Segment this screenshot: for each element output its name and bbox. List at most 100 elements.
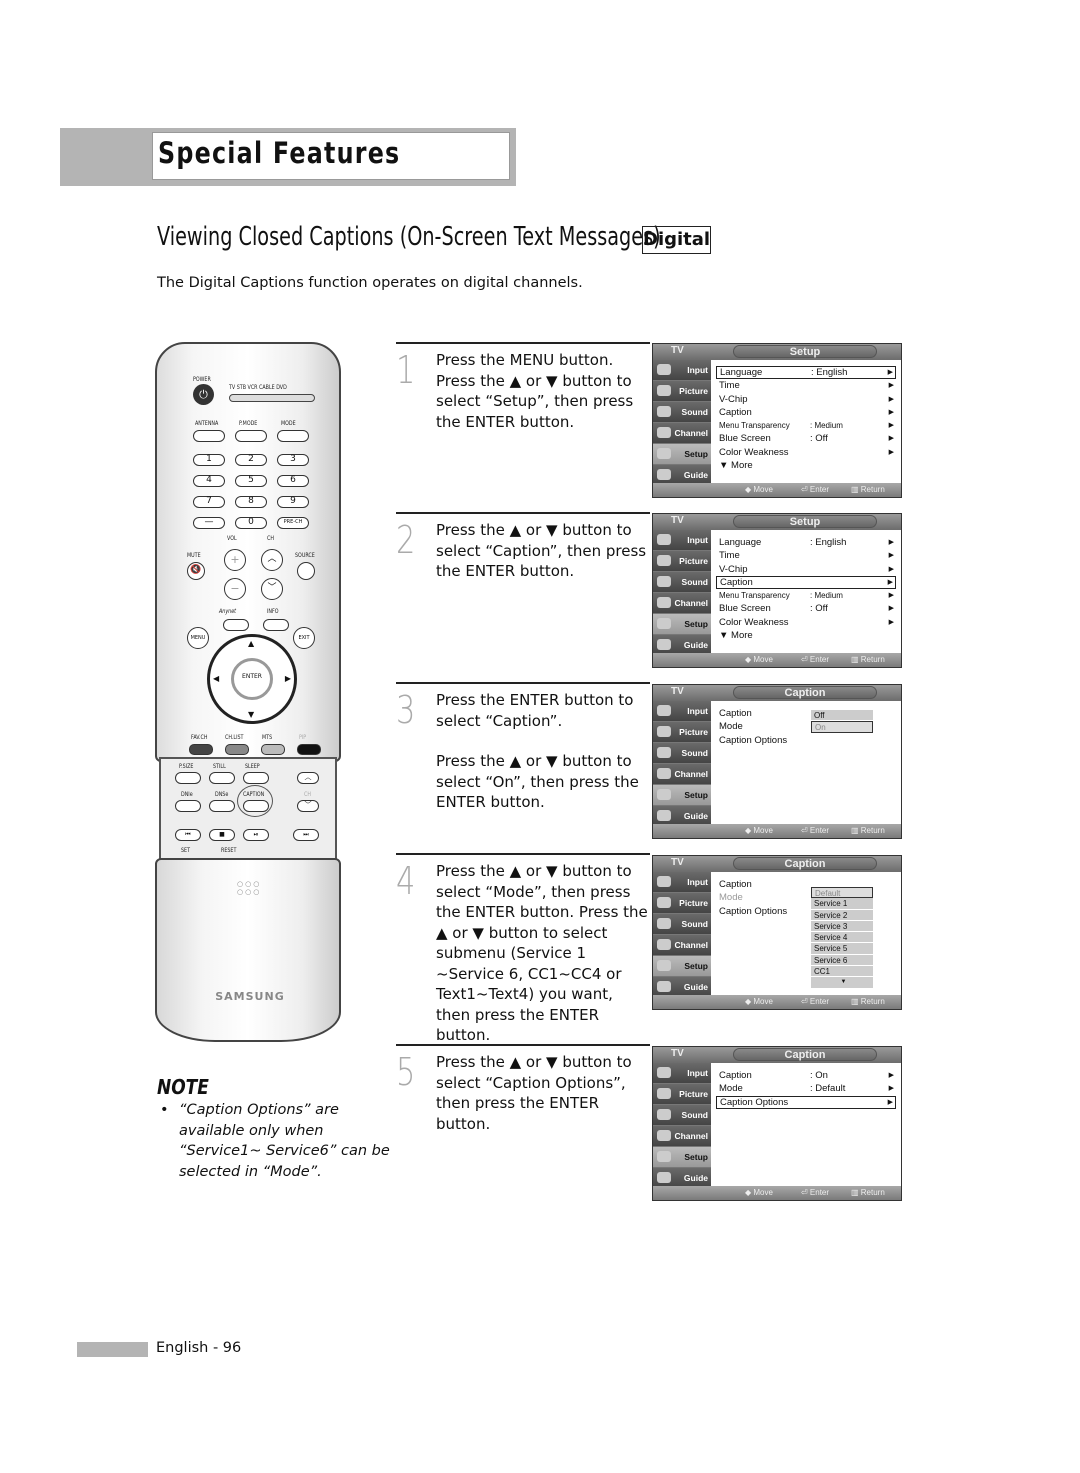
tv-sidebar-label: Setup	[684, 790, 708, 800]
tv-menu-row: Language: English ▶	[716, 366, 896, 380]
step-number: 2	[396, 518, 416, 562]
tv-menu-row: Caption Options ▶	[716, 1095, 896, 1109]
arrow-right-icon: ▶	[888, 539, 894, 546]
arrow-right-icon: ▶	[887, 1098, 893, 1106]
vol-label: VOL	[227, 535, 237, 542]
tv-option: Service 3	[811, 920, 873, 933]
tv-menu-title: Caption	[733, 686, 877, 699]
step-text: Press the ▲ or ▼ button to select “Capti…	[436, 1052, 650, 1134]
guide-icon	[657, 639, 671, 650]
tv-menu-label: Caption	[719, 406, 752, 418]
tv-hint-bar: ◆ Move ⏎ Enter ▥ Return	[653, 653, 901, 667]
step-number: 3	[396, 688, 416, 732]
tv-option: Service 1	[811, 898, 873, 910]
step-divider	[396, 342, 650, 344]
tv-sidebar: Input Picture Sound Channel Setup Guide	[653, 701, 711, 827]
picture-icon	[657, 385, 671, 396]
samsung-logo: SAMSUNG	[215, 990, 285, 1003]
dash-button: —	[193, 517, 225, 529]
tv-option: Service 6	[811, 954, 873, 967]
tv-sidebar-item-sound: Sound	[653, 1105, 711, 1126]
down-arrow-icon: ▼	[248, 710, 255, 719]
dnie-button	[175, 800, 201, 812]
dnie-label: DNIe	[181, 791, 193, 798]
tv-sidebar-label: Guide	[683, 982, 708, 992]
tv-sidebar-label: Guide	[683, 811, 708, 821]
tv-hint-bar: ◆ Move ⏎ Enter ▥ Return	[653, 1186, 901, 1200]
tv-menu-label: Caption Options	[719, 734, 788, 746]
tv-label: TV	[671, 345, 684, 356]
tv-sidebar-item-picture: Picture	[653, 1084, 711, 1105]
move-hint: ◆ Move	[745, 655, 773, 664]
lower-ch-down-icon: ﹀	[297, 800, 319, 812]
digit-button: 4	[193, 475, 225, 487]
enter-button: ENTER	[231, 658, 273, 700]
tv-menu-label: Mode	[719, 1083, 743, 1095]
tv-menu-label: Caption	[719, 879, 752, 890]
sound-icon	[657, 918, 671, 929]
tv-sidebar-label: Guide	[683, 1173, 708, 1183]
tv-sidebar-label: Picture	[679, 727, 708, 737]
step-text: Press the ▲ or ▼ button to select “Mode”…	[436, 861, 650, 1046]
tv-menu-row: Caption ▶	[716, 575, 896, 590]
tv-sidebar-label: Guide	[683, 640, 708, 650]
note-bullet: • “Caption Options” are available only w…	[160, 1100, 390, 1182]
tv-label: TV	[671, 1048, 684, 1059]
blue-button	[297, 744, 321, 755]
step-divider	[396, 1044, 650, 1046]
tv-menu-row: Caption ▶	[716, 406, 896, 419]
tv-sidebar-item-sound: Sound	[653, 572, 711, 593]
tv-sidebar-label: Picture	[679, 386, 708, 396]
tv-menu-label: Time	[719, 380, 740, 392]
digital-badge: Digital	[642, 226, 711, 254]
step-paragraph: Press the ENTER button to select “Captio…	[436, 691, 634, 730]
input-icon	[657, 1067, 671, 1078]
tv-title-bar: TV Caption	[653, 856, 901, 872]
tv-menu-row: Caption Options	[716, 734, 896, 747]
mode-button	[277, 430, 309, 442]
tv-menu-row: Language: English ▶	[716, 536, 896, 549]
tv-sidebar-label: Channel	[674, 940, 708, 950]
pip-label: PIP	[299, 734, 307, 741]
tv-sidebar-item-input: Input	[653, 1063, 711, 1084]
tv-menu: Language: English ▶ Time ▶ V-Chip ▶ Caption ▶ Me…	[716, 536, 896, 642]
yellow-button	[261, 744, 285, 755]
source-button	[297, 562, 315, 580]
sound-icon	[657, 406, 671, 417]
power-label: POWER	[193, 376, 211, 383]
tv-sidebar-label: Channel	[674, 428, 708, 438]
tv-label: TV	[671, 686, 684, 697]
tv-sidebar-item-channel: Channel	[653, 423, 711, 444]
digit-button: 1	[193, 454, 225, 466]
step-paragraph: Press the MENU button. Press the ▲ or ▼ …	[436, 351, 634, 431]
page-title: Viewing Closed Captions (On-Screen Text …	[157, 222, 661, 252]
digit-button: 6	[277, 475, 309, 487]
lower-ch-label: CH	[304, 791, 311, 798]
tv-hint-bar: ◆ Move ⏎ Enter ▥ Return	[653, 483, 901, 497]
step-paragraph: Press the ▲ or ▼ button to select “Capti…	[436, 521, 647, 580]
remote-upper-body: POWER ⏻ TV STB VCR CABLE DVD ANTENNA P.M…	[155, 342, 341, 762]
ch-label: CH	[267, 535, 274, 542]
intro-text: The Digital Captions function operates o…	[157, 275, 583, 291]
tv-menu-label: V-Chip	[719, 393, 748, 405]
tv-option: Default	[811, 887, 873, 899]
tv-sidebar-item-channel: Channel	[653, 764, 711, 785]
tv-sidebar-label: Picture	[679, 898, 708, 908]
tv-label: TV	[671, 857, 684, 868]
tv-menu-value: : Off	[810, 603, 828, 615]
tv-menu-value: : On	[810, 1070, 828, 1081]
input-icon	[657, 876, 671, 887]
tv-option-list: Default Service 1 Service 2 Service 3 Servic…	[811, 887, 873, 989]
page-number: English - 96	[156, 1340, 242, 1356]
tv-sidebar-label: Channel	[674, 598, 708, 608]
channel-icon	[657, 427, 671, 438]
channel-icon	[657, 1130, 671, 1141]
digit-button: 0	[235, 517, 267, 529]
setup-icon	[657, 1151, 671, 1162]
setup-icon	[657, 448, 671, 459]
tv-sidebar-label: Picture	[679, 1089, 708, 1099]
tv-menu-row: V-Chip ▶	[716, 393, 896, 406]
anynet-button	[223, 619, 249, 631]
tv-sidebar-item-input: Input	[653, 872, 711, 893]
tv-menu-label: Mode	[719, 892, 743, 904]
